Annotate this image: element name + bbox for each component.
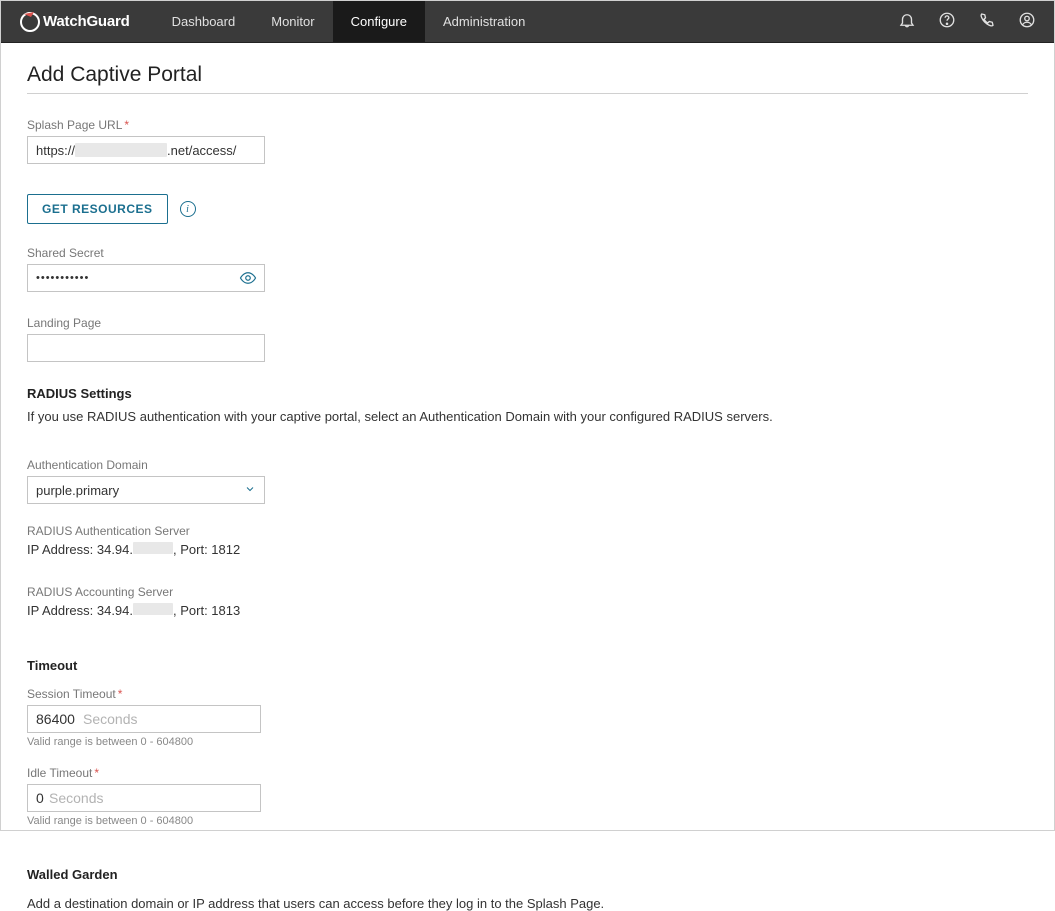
help-icon[interactable] (938, 11, 956, 32)
timeout-heading: Timeout (27, 658, 1028, 673)
radius-acct-server-label: RADIUS Accounting Server (27, 585, 1028, 599)
auth-domain-select[interactable]: purple.primary (27, 476, 265, 504)
get-resources-row: GET RESOURCES i (27, 194, 1028, 224)
brand-logo: WatchGuard (19, 11, 130, 33)
content-area: Add Captive Portal Splash Page URL* http… (1, 43, 1054, 911)
walled-garden-desc: Add a destination domain or IP address t… (27, 896, 1028, 911)
landing-page-label: Landing Page (27, 316, 1028, 330)
radius-auth-server-value: IP Address: 34.94., Port: 1812 (27, 542, 1028, 557)
nav-administration[interactable]: Administration (425, 1, 543, 42)
walled-garden-heading: Walled Garden (27, 867, 1028, 882)
topbar: WatchGuard Dashboard Monitor Configure A… (1, 1, 1054, 43)
shared-secret-input[interactable]: ••••••••••• (27, 264, 265, 292)
session-timeout-help: Valid range is between 0 - 604800 (27, 736, 1028, 748)
info-icon[interactable]: i (180, 201, 196, 217)
radius-acct-server-value: IP Address: 34.94., Port: 1813 (27, 603, 1028, 618)
eye-icon[interactable] (239, 269, 257, 290)
radius-heading: RADIUS Settings (27, 386, 1028, 401)
get-resources-button[interactable]: GET RESOURCES (27, 194, 168, 224)
landing-page-input[interactable] (27, 334, 265, 362)
radius-auth-server-label: RADIUS Authentication Server (27, 524, 1028, 538)
topbar-icons (898, 11, 1036, 32)
session-timeout-input[interactable] (27, 705, 261, 733)
radius-desc: If you use RADIUS authentication with yo… (27, 409, 1028, 424)
splash-url-section: Splash Page URL* https:// .net/access/ (27, 118, 1028, 164)
shared-secret-label: Shared Secret (27, 246, 1028, 260)
nav-configure[interactable]: Configure (333, 1, 425, 42)
shared-secret-section: Shared Secret ••••••••••• (27, 246, 1028, 292)
auth-domain-label: Authentication Domain (27, 458, 1028, 472)
idle-timeout-label: Idle Timeout* (27, 766, 1028, 780)
profile-icon[interactable] (1018, 11, 1036, 32)
timeout-section: Timeout Session Timeout* Seconds Valid r… (27, 658, 1028, 827)
walled-garden-section: Walled Garden Add a destination domain o… (27, 867, 1028, 911)
auth-domain-value: purple.primary (36, 483, 119, 498)
redacted-domain (75, 143, 167, 157)
radius-settings-section: RADIUS Settings If you use RADIUS authen… (27, 386, 1028, 618)
landing-page-section: Landing Page (27, 316, 1028, 362)
phone-icon[interactable] (978, 11, 996, 32)
bell-icon[interactable] (898, 11, 916, 32)
splash-url-input[interactable]: https:// .net/access/ (27, 136, 265, 164)
idle-timeout-input[interactable] (27, 784, 261, 812)
idle-timeout-help: Valid range is between 0 - 604800 (27, 815, 1028, 827)
nav-dashboard[interactable]: Dashboard (154, 1, 254, 42)
page-title: Add Captive Portal (27, 63, 1028, 94)
splash-url-label: Splash Page URL* (27, 118, 1028, 132)
main-nav: Dashboard Monitor Configure Administrati… (154, 1, 544, 42)
nav-monitor[interactable]: Monitor (253, 1, 332, 42)
brand-logo-icon (19, 11, 41, 33)
chevron-down-icon (244, 483, 256, 498)
session-timeout-label: Session Timeout* (27, 687, 1028, 701)
brand-name: WatchGuard (43, 13, 130, 30)
